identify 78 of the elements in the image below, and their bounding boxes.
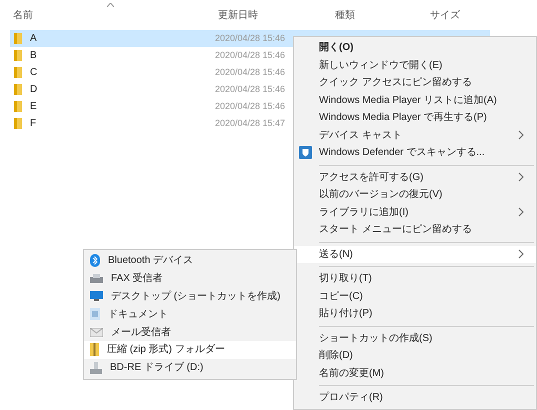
menu-item[interactable]: プロパティ(R) — [294, 389, 536, 406]
column-header[interactable]: サイズ — [430, 8, 530, 22]
menu-item[interactable]: アクセスを許可する(G) — [294, 168, 536, 186]
menu-item[interactable]: Windows Defender でスキャンする... — [294, 144, 536, 162]
modified-date: 2020/04/28 15:46 — [215, 82, 286, 96]
folder-icon — [14, 67, 22, 78]
modified-date: 2020/04/28 15:46 — [215, 66, 286, 79]
column-header[interactable]: 更新日時 — [218, 8, 335, 22]
menu-item[interactable]: 新しいウィンドウで開く(E) — [294, 56, 536, 74]
menu-item[interactable]: Windows Media Player リストに追加(A) — [294, 92, 536, 109]
menu-item[interactable]: 削除(D) — [294, 347, 536, 364]
menu-label: 送る(N) — [319, 248, 354, 262]
folder-icon — [14, 33, 22, 44]
menu-item[interactable]: デスクトップ (ショートカットを作成) — [84, 288, 296, 306]
modified-date: 2020/04/28 15:46 — [215, 48, 286, 62]
column-header[interactable]: 名前 — [13, 8, 218, 22]
menu-item[interactable]: クイック アクセスにピン留めする — [294, 74, 536, 92]
folder-icon — [14, 84, 22, 95]
menu-label: コピー(C) — [319, 290, 364, 304]
menu-item[interactable]: BD-RE ドライブ (D:) — [84, 358, 296, 377]
menu-label: Windows Media Player リストに追加(A) — [319, 94, 498, 108]
menu-item[interactable]: 貼り付け(P) — [294, 305, 536, 322]
menu-item[interactable]: メール受信者 — [84, 323, 296, 341]
zip-folder-icon — [90, 343, 99, 356]
drive-icon — [90, 362, 102, 374]
folder-icon — [14, 101, 22, 112]
modified-date: 2020/04/28 15:46 — [215, 100, 286, 113]
menu-label: 削除(D) — [319, 348, 354, 364]
file-name: B — [30, 49, 37, 63]
menu-label: 新しいウィンドウで開く(E) — [319, 58, 444, 73]
menu-item[interactable]: 切り取り(T) — [294, 270, 536, 288]
menu-item[interactable]: デバイス キャスト — [294, 126, 536, 144]
menu-label: Windows Defender でスキャンする... — [319, 146, 486, 160]
fax-icon — [90, 274, 103, 284]
chevron-icon — [518, 249, 524, 260]
menu-label: デバイス キャスト — [319, 128, 403, 143]
mail-icon — [90, 328, 103, 337]
menu-item[interactable]: FAX 受信者 — [84, 270, 296, 288]
menu-item[interactable]: 送る(N) — [294, 246, 536, 263]
menu-label: プロパティ(R) — [319, 390, 384, 406]
sort-caret-icon — [107, 3, 114, 7]
file-name: E — [30, 100, 37, 114]
menu-item[interactable]: 圧縮 (zip 形式) フォルダー — [84, 340, 296, 359]
column-header[interactable]: 種類 — [335, 8, 430, 22]
document-icon — [90, 308, 100, 320]
menu-label: クイック アクセスにピン留めする — [319, 76, 473, 90]
file-name: F — [30, 117, 36, 131]
menu-item[interactable]: 以前のバージョンの復元(V) — [294, 186, 536, 204]
menu-label: 切り取り(T) — [319, 272, 373, 286]
modified-date: 2020/04/28 15:47 — [215, 116, 286, 130]
folder-icon — [14, 50, 22, 61]
menu-label: Windows Media Player で再生する(P) — [319, 110, 488, 126]
chevron-icon — [518, 130, 524, 140]
menu-item[interactable]: ライブラリに追加(I) — [294, 204, 536, 221]
menu-item[interactable]: Windows Media Player で再生する(P) — [294, 109, 536, 126]
file-name: D — [30, 83, 38, 97]
menu-label: ライブラリに追加(I) — [319, 206, 410, 220]
menu-item[interactable]: Bluetooth デバイス — [84, 252, 296, 270]
menu-item[interactable]: スタート メニューにピン留めする — [294, 221, 536, 238]
menu-item[interactable]: コピー(C) — [294, 288, 536, 305]
menu-item[interactable]: 名前の変更(M) — [294, 364, 536, 382]
monitor-icon — [90, 291, 103, 302]
file-name: C — [30, 66, 38, 80]
menu-item[interactable]: ショートカットの作成(S) — [294, 330, 536, 347]
file-name: A — [30, 32, 37, 46]
menu-item[interactable]: ドキュメント — [84, 305, 296, 324]
shield-icon — [299, 146, 312, 160]
menu-label: 貼り付け(P) — [319, 306, 374, 322]
bluetooth-icon — [90, 254, 100, 268]
chevron-icon — [518, 207, 524, 218]
menu-label: スタート メニューにピン留めする — [319, 223, 473, 238]
menu-label: 以前のバージョンの復元(V) — [319, 188, 444, 202]
chevron-icon — [518, 172, 524, 182]
menu-label: ショートカットの作成(S) — [319, 332, 434, 346]
menu-label: アクセスを許可する(G) — [319, 170, 424, 185]
menu-label: 名前の変更(M) — [319, 366, 385, 381]
modified-date: 2020/04/28 15:46 — [215, 32, 286, 45]
folder-icon — [14, 118, 22, 129]
